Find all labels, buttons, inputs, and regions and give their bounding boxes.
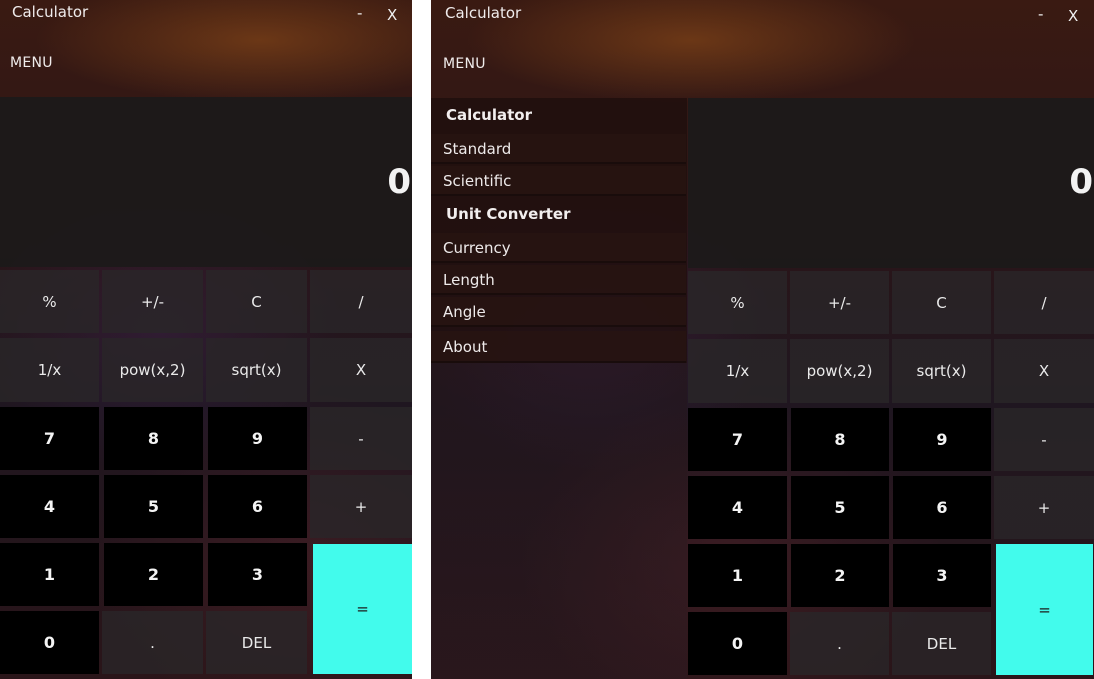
reciprocal-button[interactable]: 1/x <box>0 338 99 402</box>
multiply-button[interactable]: X <box>994 339 1094 403</box>
menu-section-calculator: Calculator <box>446 106 532 124</box>
equals-button[interactable]: = <box>313 544 412 674</box>
decimal-button[interactable]: . <box>102 611 203 674</box>
digit-8-button[interactable]: 8 <box>791 408 889 471</box>
app-title: Calculator <box>12 3 89 21</box>
digit-3-button[interactable]: 3 <box>208 543 307 606</box>
app-title: Calculator <box>445 4 522 22</box>
digit-9-button[interactable]: 9 <box>893 408 991 471</box>
digit-3-button[interactable]: 3 <box>893 544 991 607</box>
clear-button[interactable]: C <box>206 270 307 333</box>
digit-0-button[interactable]: 0 <box>688 612 787 675</box>
menu-item-length[interactable]: Length <box>431 265 686 295</box>
delete-button[interactable]: DEL <box>892 612 991 675</box>
digit-6-button[interactable]: 6 <box>893 476 991 539</box>
square-button[interactable]: pow(x,2) <box>790 339 889 403</box>
digit-4-button[interactable]: 4 <box>0 475 99 538</box>
menu-item-about[interactable]: About <box>431 331 686 363</box>
divide-button[interactable]: / <box>310 270 412 333</box>
clear-button[interactable]: C <box>892 271 991 334</box>
decimal-button[interactable]: . <box>790 612 889 675</box>
menu-button[interactable]: MENU <box>10 55 53 71</box>
result-display <box>0 97 412 267</box>
digit-9-button[interactable]: 9 <box>208 407 307 470</box>
negate-button[interactable]: +/- <box>102 270 203 333</box>
digit-1-button[interactable]: 1 <box>688 544 787 607</box>
menu-button[interactable]: MENU <box>443 56 486 72</box>
menu-item-scientific[interactable]: Scientific <box>431 166 686 196</box>
title-bar[interactable]: Calculator - X <box>0 0 412 30</box>
navigation-menu: Calculator Standard Scientific Unit Conv… <box>431 98 687 679</box>
close-button[interactable]: X <box>387 6 397 24</box>
digit-6-button[interactable]: 6 <box>208 475 307 538</box>
digit-2-button[interactable]: 2 <box>104 543 203 606</box>
digit-1-button[interactable]: 1 <box>0 543 99 606</box>
display-value: 0 <box>387 162 411 202</box>
digit-7-button[interactable]: 7 <box>0 407 99 470</box>
sqrt-button[interactable]: sqrt(x) <box>892 339 991 403</box>
reciprocal-button[interactable]: 1/x <box>688 339 787 403</box>
digit-5-button[interactable]: 5 <box>791 476 889 539</box>
add-button[interactable]: + <box>994 476 1094 539</box>
digit-8-button[interactable]: 8 <box>104 407 203 470</box>
menu-item-angle[interactable]: Angle <box>431 297 686 327</box>
minimize-button[interactable]: - <box>357 4 362 22</box>
digit-7-button[interactable]: 7 <box>688 408 787 471</box>
add-button[interactable]: + <box>310 475 412 538</box>
multiply-button[interactable]: X <box>310 338 412 402</box>
menu-item-standard[interactable]: Standard <box>431 134 686 164</box>
menu-item-currency[interactable]: Currency <box>431 233 686 263</box>
calculator-window-menu-open: Calculator - X MENU 0 % +/- C / 1/x pow(… <box>431 0 1094 679</box>
digit-5-button[interactable]: 5 <box>104 475 203 538</box>
menu-section-unit-converter: Unit Converter <box>446 205 571 223</box>
subtract-button[interactable]: - <box>310 407 412 470</box>
digit-2-button[interactable]: 2 <box>791 544 889 607</box>
calculator-window: Calculator - X MENU 0 % +/- C / 1/x pow(… <box>0 0 412 679</box>
percent-button[interactable]: % <box>0 270 99 333</box>
delete-button[interactable]: DEL <box>206 611 307 674</box>
negate-button[interactable]: +/- <box>790 271 889 334</box>
equals-button[interactable]: = <box>996 544 1093 675</box>
digit-0-button[interactable]: 0 <box>0 611 99 674</box>
keypad: % +/- C / 1/x pow(x,2) sqrt(x) X 7 8 9 -… <box>688 1 1094 679</box>
subtract-button[interactable]: - <box>994 408 1094 471</box>
square-button[interactable]: pow(x,2) <box>102 338 203 402</box>
divide-button[interactable]: / <box>994 271 1094 334</box>
sqrt-button[interactable]: sqrt(x) <box>206 338 307 402</box>
digit-4-button[interactable]: 4 <box>688 476 787 539</box>
percent-button[interactable]: % <box>688 271 787 334</box>
